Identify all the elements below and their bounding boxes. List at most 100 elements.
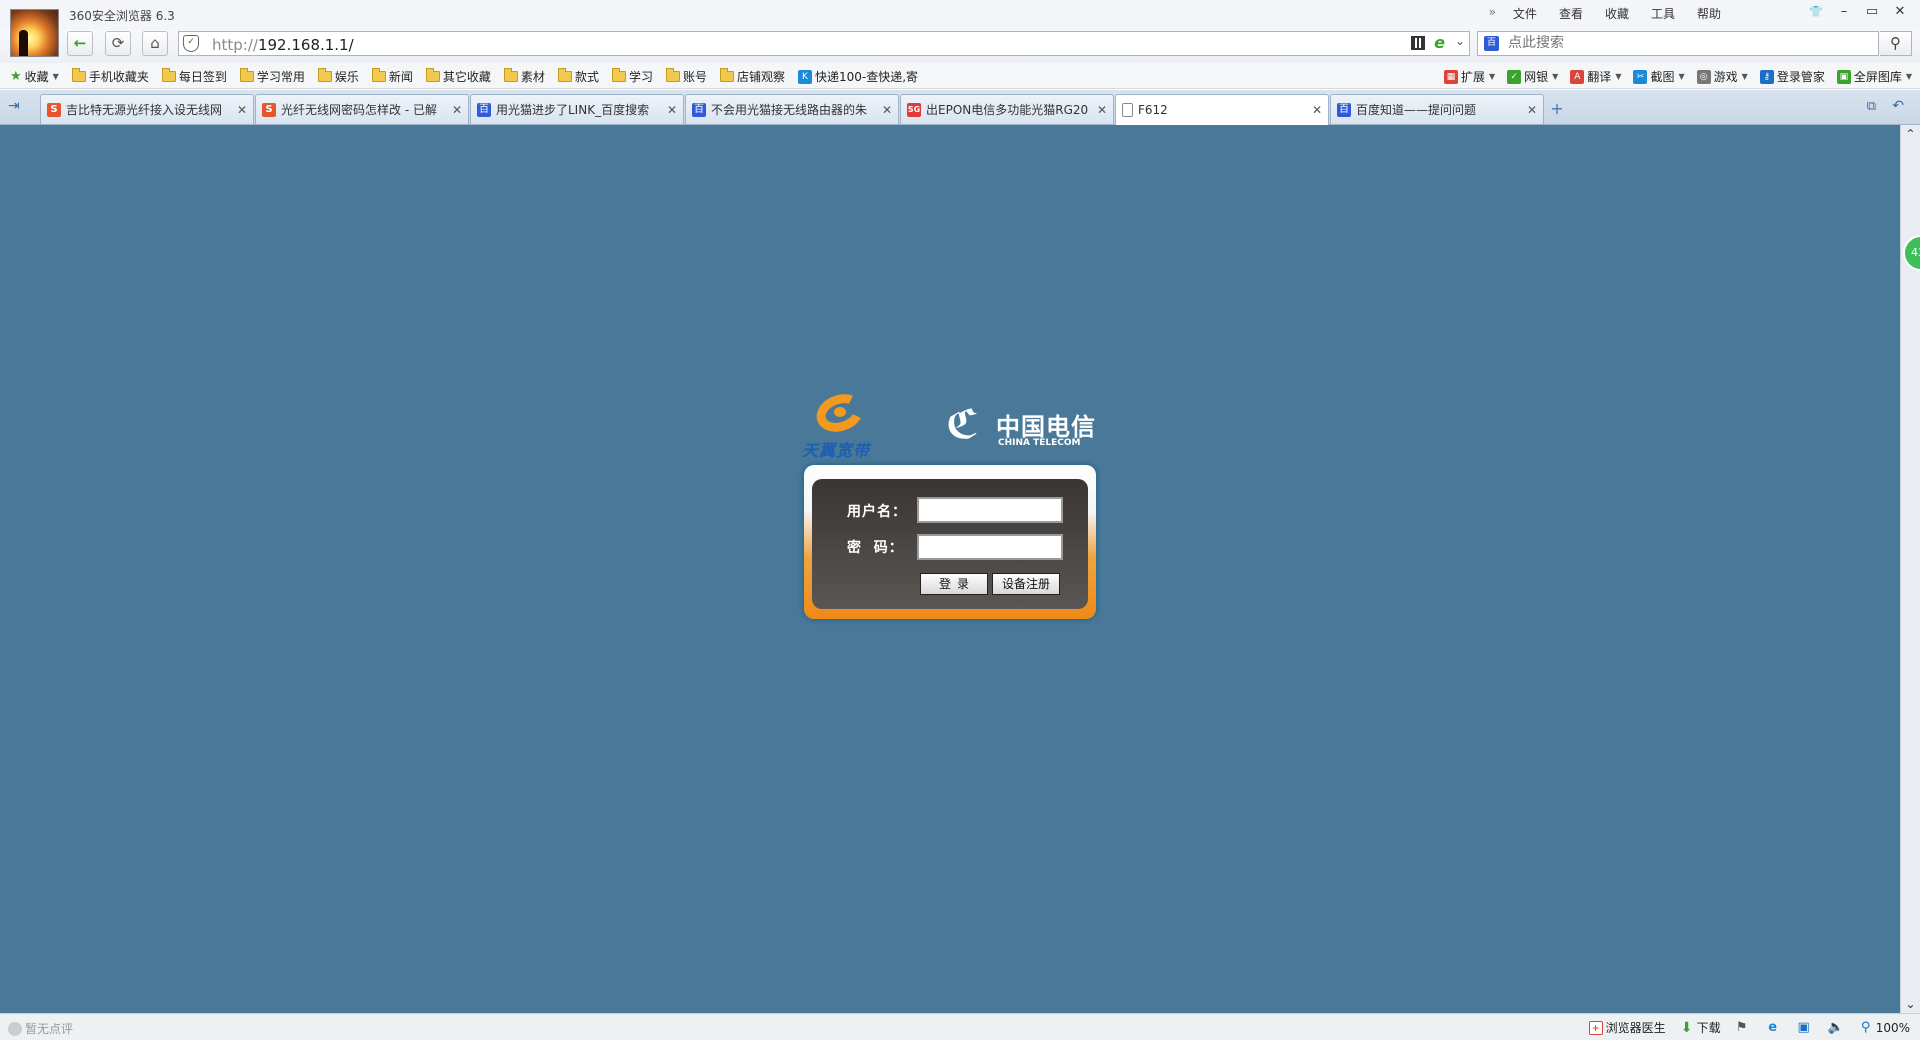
browser-doctor[interactable]: + 浏览器医生 — [1588, 1019, 1666, 1036]
new-tab-button[interactable]: + — [1545, 99, 1569, 121]
tab[interactable]: S 光纤无线网密码怎样改 - 已解 ✕ — [255, 94, 469, 124]
chevron-down-icon: ▼ — [1678, 72, 1685, 81]
tab[interactable]: SG 出EPON电信多功能光猫RG20 ✕ — [900, 94, 1114, 124]
tool-label: 翻译 — [1587, 70, 1612, 84]
flag-icon: ⚑ — [1735, 1019, 1748, 1035]
bookmark-folder[interactable]: 每日签到 — [161, 68, 227, 85]
status-ie-button[interactable]: e — [1766, 1019, 1783, 1035]
ie-mode-icon[interactable]: e — [1434, 33, 1445, 52]
minimize-button[interactable]: – — [1830, 2, 1858, 22]
favorites-star-icon: ★ — [10, 69, 22, 84]
url-text[interactable]: http://192.168.1.1/ — [212, 36, 354, 54]
skin-icon[interactable]: 👕 — [1802, 2, 1830, 22]
status-window-button[interactable]: ▣ — [1797, 1019, 1814, 1035]
ie-icon: e — [1768, 1019, 1778, 1035]
scroll-down-arrow-icon[interactable]: ⌄ — [1901, 997, 1920, 1011]
status-flag-button[interactable]: ⚑ — [1735, 1019, 1752, 1035]
device-register-button[interactable]: 设备注册 — [992, 573, 1060, 595]
tab-title: 光纤无线网密码怎样改 - 已解 — [281, 103, 437, 117]
folder-icon — [371, 68, 386, 82]
qr-code-icon[interactable] — [1411, 36, 1425, 50]
close-window-button[interactable]: ✕ — [1886, 2, 1914, 22]
search-button[interactable]: ⚲ — [1880, 31, 1912, 56]
menu-tools[interactable]: 工具 — [1640, 5, 1686, 22]
bookmark-folder[interactable]: 店铺观察 — [719, 68, 785, 85]
close-tab-icon[interactable]: ✕ — [1097, 103, 1107, 117]
tab[interactable]: 百 不会用光猫接无线路由器的朱 ✕ — [685, 94, 899, 124]
search-engine-icon[interactable]: 百 — [1484, 36, 1499, 51]
download-label: 下载 — [1696, 1021, 1721, 1035]
tab-active[interactable]: F612 ✕ — [1115, 94, 1329, 125]
bookmark-label: 手机收藏夹 — [88, 70, 149, 84]
login-button[interactable]: 登录 — [920, 573, 988, 595]
back-button[interactable]: ← — [67, 31, 93, 56]
page-comment[interactable]: 暂无点评 — [8, 1020, 73, 1037]
menu-favorites[interactable]: 收藏 — [1594, 5, 1640, 22]
tool-fullscreen-gallery[interactable]: ▣ 全屏图库 ▼ — [1836, 68, 1912, 85]
bookmark-folder[interactable]: 娱乐 — [317, 68, 359, 85]
doctor-cross-icon: + — [1588, 1020, 1603, 1035]
search-box[interactable]: 百 — [1477, 31, 1879, 56]
volume-button[interactable]: 🔈 — [1828, 1020, 1845, 1035]
close-tab-icon[interactable]: ✕ — [1312, 103, 1322, 117]
favorites-label: 收藏 — [24, 70, 49, 84]
tool-translate[interactable]: A 翻译 ▼ — [1570, 68, 1621, 85]
tab[interactable]: 百 百度知道——提问问题 ✕ — [1330, 94, 1544, 124]
close-tab-icon[interactable]: ✕ — [452, 103, 462, 117]
close-tab-icon[interactable]: ✕ — [1527, 103, 1537, 117]
tool-screenshot[interactable]: ✂ 截图 ▼ — [1633, 68, 1685, 85]
folder-icon — [719, 68, 734, 82]
user-avatar[interactable] — [10, 9, 59, 57]
window-icon: ▣ — [1797, 1019, 1810, 1035]
bookmark-folder[interactable]: 学习 — [611, 68, 653, 85]
password-field[interactable] — [917, 534, 1063, 560]
bookmark-label: 学习 — [628, 70, 653, 84]
scroll-up-arrow-icon[interactable]: ⌃ — [1901, 127, 1920, 141]
undo-close-tab-icon[interactable]: ↶ — [1892, 98, 1904, 114]
address-bar[interactable]: ✓ http://192.168.1.1/ e ⌄ — [178, 31, 1470, 56]
tab-title: 百度知道——提问问题 — [1356, 103, 1477, 117]
refresh-button[interactable]: ⟳ — [105, 31, 131, 56]
bookmark-folder[interactable]: 款式 — [557, 68, 599, 85]
close-tab-icon[interactable]: ✕ — [667, 103, 677, 117]
tab[interactable]: 百 用光猫进步了LINK_百度搜索 ✕ — [470, 94, 684, 124]
password-label: 密 码： — [847, 540, 904, 556]
folder-icon — [665, 68, 680, 82]
restore-tabs-icon[interactable]: ⧉ — [1867, 99, 1876, 114]
tab[interactable]: S 吉比特无源光纤接入设无线网 ✕ — [40, 94, 254, 124]
bookmark-folder[interactable]: 手机收藏夹 — [71, 68, 149, 85]
bookmark-folder[interactable]: 其它收藏 — [425, 68, 491, 85]
sidebar-toggle-icon[interactable]: ⇥ — [8, 98, 20, 114]
status-bar: 暂无点评 + 浏览器医生 ⬇ 下载 ⚑ e ▣ 🔈 ⚲ 100% — [0, 1013, 1920, 1040]
tool-extensions[interactable]: ▦ 扩展 ▼ — [1443, 68, 1495, 85]
home-button[interactable]: ⌂ — [142, 31, 168, 56]
window-controls: 👕 – ▭ ✕ — [1802, 2, 1914, 22]
tool-online-banking[interactable]: ✓ 网银 ▼ — [1507, 68, 1558, 85]
search-input[interactable] — [1508, 35, 1838, 51]
tianyi-swirl-dot — [834, 407, 846, 417]
bookmark-express-link[interactable]: K 快递100-查快递,寄 — [798, 68, 918, 85]
menu-help[interactable]: 帮助 — [1686, 5, 1732, 22]
url-dropdown-chevron-icon[interactable]: ⌄ — [1455, 34, 1465, 48]
tool-games[interactable]: ◎ 游戏 ▼ — [1696, 68, 1748, 85]
maximize-button[interactable]: ▭ — [1858, 2, 1886, 22]
close-tab-icon[interactable]: ✕ — [237, 103, 247, 117]
bookmark-folder[interactable]: 账号 — [665, 68, 707, 85]
bookmark-folder[interactable]: 素材 — [503, 68, 545, 85]
security-shield-icon[interactable]: ✓ — [183, 35, 199, 52]
bookmark-folder[interactable]: 学习常用 — [239, 68, 305, 85]
download-manager[interactable]: ⬇ 下载 — [1680, 1019, 1721, 1036]
menu-view[interactable]: 查看 — [1548, 5, 1594, 22]
username-field[interactable] — [917, 497, 1063, 523]
screenshot-icon: ✂ — [1633, 69, 1648, 84]
favorites-menu[interactable]: ★ 收藏 ▼ — [10, 68, 59, 85]
bookmark-label: 学习常用 — [256, 70, 305, 84]
zoom-control[interactable]: ⚲ 100% — [1859, 1019, 1910, 1035]
menu-overflow-chevron-icon[interactable]: » — [1478, 5, 1502, 22]
bookmark-folder[interactable]: 新闻 — [371, 68, 413, 85]
magnifier-icon: ⚲ — [1860, 1019, 1871, 1035]
menu-file[interactable]: 文件 — [1502, 5, 1548, 22]
tool-login-manager[interactable]: ⚷ 登录管家 — [1759, 68, 1825, 85]
folder-icon — [239, 68, 254, 82]
close-tab-icon[interactable]: ✕ — [882, 103, 892, 117]
